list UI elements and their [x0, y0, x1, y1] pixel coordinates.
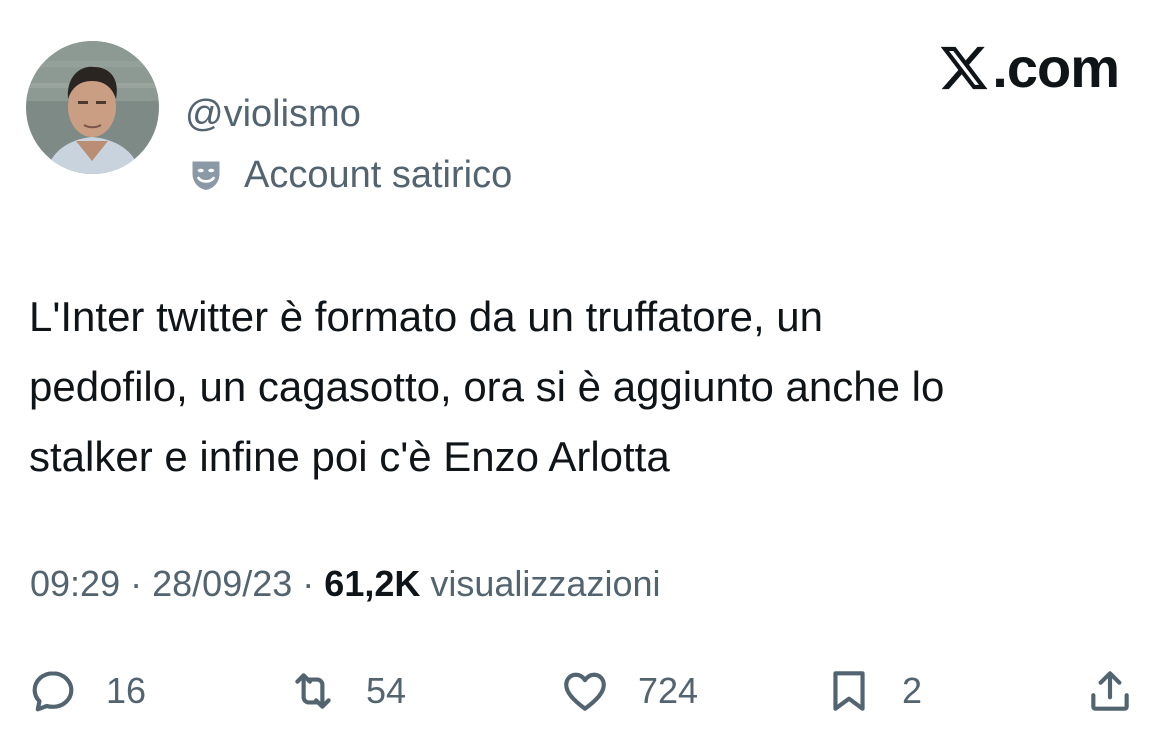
account-label-text: Account satirico: [244, 154, 513, 196]
x-logo-icon: [941, 46, 988, 90]
repost-icon: [295, 673, 331, 709]
avatar-image: [26, 41, 159, 174]
brand-text: .com: [992, 36, 1120, 99]
bookmark-count: 2: [902, 670, 923, 711]
avatar[interactable]: [26, 41, 159, 174]
repost-button[interactable]: 54: [288, 663, 406, 719]
like-button[interactable]: 724: [560, 663, 698, 719]
bookmark-icon: [833, 671, 865, 711]
reply-count: 16: [106, 670, 147, 711]
tweet-text-line: L'Inter twitter è formato da un truffato…: [29, 293, 824, 340]
tweet-meta: 09:29 · 28/09/23 · 61,2K visualizzazioni: [30, 566, 661, 602]
account-label: Account satirico: [188, 156, 512, 194]
tweet-time[interactable]: 09:29: [30, 563, 120, 604]
tweet-text-line: pedofilo, un cagasotto, ora si è aggiunt…: [29, 363, 945, 410]
meta-separator: ·: [130, 563, 143, 604]
tweet-text: L'Inter twitter è formato da un truffato…: [29, 282, 1154, 492]
reply-button[interactable]: 16: [28, 663, 146, 719]
heart-icon: [564, 672, 606, 711]
share-button[interactable]: [1085, 663, 1135, 719]
views-label: visualizzazioni: [430, 563, 661, 604]
brand-logo: .com: [938, 36, 1120, 99]
like-count: 724: [638, 670, 699, 711]
repost-count: 54: [366, 670, 407, 711]
theater-mask-icon: [192, 161, 220, 190]
action-bar: 16 54 724 2: [0, 663, 1169, 719]
meta-separator: ·: [302, 563, 315, 604]
reply-icon: [32, 671, 74, 712]
bookmark-button[interactable]: 2: [824, 663, 922, 719]
tweet-text-line: stalker e infine poi c'è Enzo Arlotta: [29, 433, 670, 480]
share-icon: [1091, 671, 1129, 711]
views-count: 61,2K: [324, 563, 421, 604]
user-handle[interactable]: @violismo: [185, 95, 361, 133]
tweet-date[interactable]: 28/09/23: [152, 563, 292, 604]
